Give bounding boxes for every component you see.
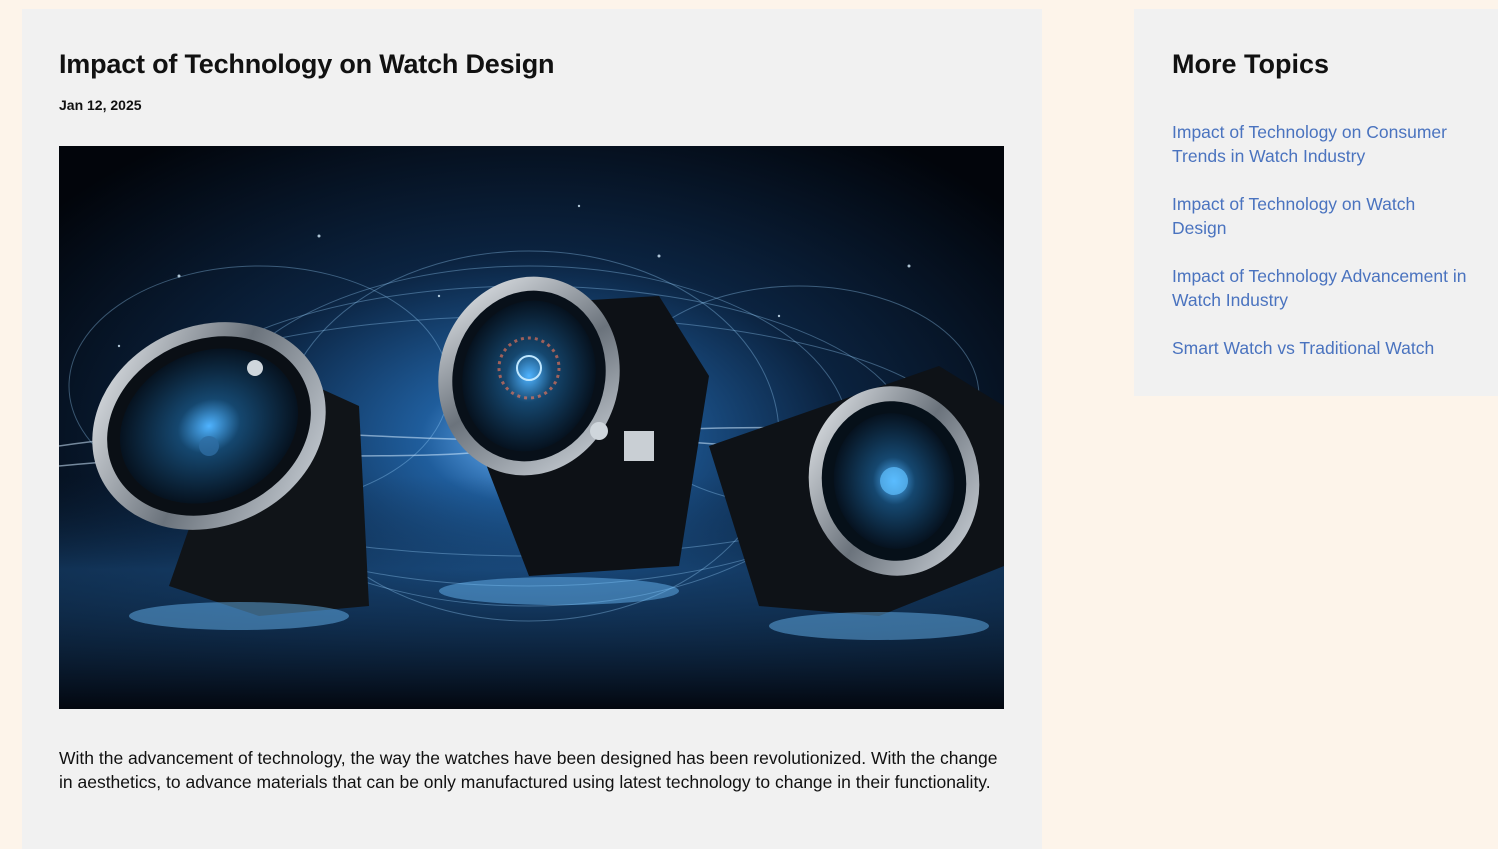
- list-item: Impact of Technology Advancement in Watc…: [1172, 264, 1472, 312]
- topic-link-smart-vs-traditional[interactable]: Smart Watch vs Traditional Watch: [1172, 336, 1472, 360]
- topic-link-consumer-trends[interactable]: Impact of Technology on Consumer Trends …: [1172, 120, 1472, 168]
- more-topics-title: More Topics: [1172, 49, 1330, 79]
- list-item: Smart Watch vs Traditional Watch: [1172, 336, 1472, 360]
- list-item: Impact of Technology on Watch Design: [1172, 192, 1472, 240]
- smartwatch-hero-image: [59, 146, 1004, 709]
- article-title: Impact of Technology on Watch Design: [59, 49, 555, 79]
- article-date: Jan 12, 2025: [59, 97, 142, 113]
- article-body: With the advancement of technology, the …: [59, 748, 998, 792]
- topics-list: Impact of Technology on Consumer Trends …: [1172, 120, 1472, 384]
- more-topics-panel: More Topics Impact of Technology on Cons…: [1134, 9, 1498, 396]
- topic-link-watch-design[interactable]: Impact of Technology on Watch Design: [1172, 192, 1472, 240]
- list-item: Impact of Technology on Consumer Trends …: [1172, 120, 1472, 168]
- article-panel: Impact of Technology on Watch Design Jan…: [22, 9, 1042, 849]
- topic-link-technology-advancement[interactable]: Impact of Technology Advancement in Watc…: [1172, 264, 1472, 312]
